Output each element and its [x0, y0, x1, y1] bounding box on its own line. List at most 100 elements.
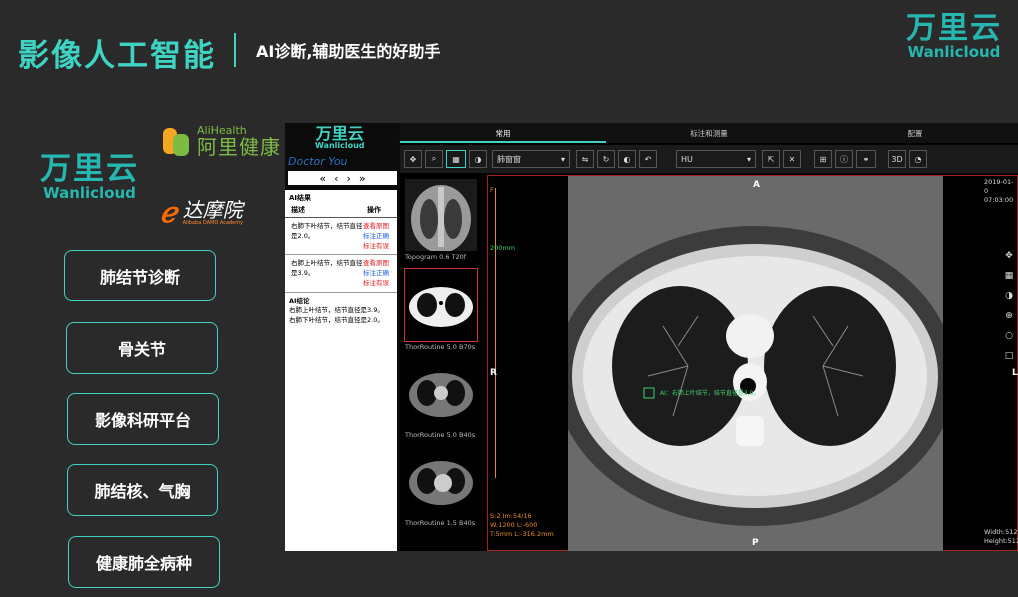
alihealth-logo: AliHealth 阿里健康 [163, 125, 281, 158]
menu-button-lung-nodule[interactable]: 肺结节诊断 [64, 250, 216, 301]
image-info-line: W:1200 L:-600 [490, 521, 538, 530]
annotation-correct-link[interactable]: 标注正确 [363, 269, 393, 279]
alihealth-mark-icon [163, 126, 191, 158]
tab-common[interactable]: 常用 [400, 123, 606, 143]
thumbnail-image [405, 179, 477, 251]
btn-3d[interactable]: 3D [888, 150, 906, 168]
thumbnail-label: ThorRoutine 5.0 B70s [405, 343, 476, 351]
date-label: 2019-01-0 [984, 178, 1014, 196]
ai-result-desc: 右肺下叶结节，结节直径是2.0。 [291, 222, 363, 240]
doctor-you-label: Doctor You [288, 155, 348, 168]
export-icon[interactable]: ⇱ [762, 150, 780, 168]
col-ops-header: 操作 [367, 206, 381, 214]
globe-icon[interactable]: ⊕ [1001, 311, 1017, 331]
menu-button-research-platform[interactable]: 影像科研平台 [67, 393, 219, 445]
window-select[interactable]: 肺窗窗 ▾ [492, 150, 570, 168]
unit-select[interactable]: HU ▾ [676, 150, 756, 168]
ai-conclusion-line: 右肺上叶结节，结节直径是3.9。 [289, 306, 384, 315]
brand-logo-en: Wanlicloud [43, 184, 136, 202]
brand-logo-cn: 万里云 [40, 151, 139, 187]
volume-icon[interactable]: ◔ [909, 150, 927, 168]
annotation-wrong-link[interactable]: 标注有误 [363, 279, 393, 289]
prev-page-button[interactable]: ‹ [334, 172, 338, 185]
tab-annotate-measure[interactable]: 标注和测量 [606, 123, 812, 143]
series-nav: « ‹ › » [288, 171, 397, 185]
scale-label: 200mm [490, 244, 516, 252]
viewer-toolbar: ✥ ⌕ ▦ ◑ 肺窗窗 ▾ ⇋ ↻ ◐ ↶ HU ▾ ⇱ ✕ ⊞ ⓘ ⚭ 3D ◔ [400, 145, 1018, 173]
thumbnail-image [404, 268, 478, 342]
orient-f-label: F [490, 186, 494, 194]
info-icon[interactable]: ⓘ [835, 150, 853, 168]
dicom-viewer: 万里云 Wanlicloud Doctor You « ‹ › » AI结果 描… [285, 123, 1018, 551]
layout-grid-icon[interactable]: ⊞ [814, 150, 832, 168]
annotation-wrong-link[interactable]: 标注有误 [363, 242, 393, 252]
thumbnail-b40s[interactable]: ThorRoutine 5.0 B40s [405, 357, 477, 439]
chevron-down-icon: ▾ [560, 154, 565, 164]
thumbnail-b40s-thin[interactable]: ThorRoutine 1.5 B40s [405, 445, 477, 527]
series-thumbnails: Topogram 0.6 T20f ThorRoutine 5.0 B70s T… [402, 175, 480, 551]
orient-left-label: R [490, 368, 497, 378]
damo-mark-icon: ℯ [160, 196, 177, 229]
orient-bottom-label: P [752, 538, 759, 548]
title-divider [234, 33, 236, 67]
next-page-button[interactable]: › [347, 172, 351, 185]
ai-mark-icon[interactable]: ▦ [446, 150, 466, 168]
last-page-button[interactable]: » [359, 172, 366, 185]
ai-result-desc: 右肺上叶结节，结节直径是3.9。 [291, 259, 363, 277]
viewer-logo: 万里云 Wanlicloud [315, 126, 365, 150]
view-original-link[interactable]: 查看原图 [363, 222, 393, 232]
tab-config[interactable]: 配置 [812, 123, 1018, 143]
thumbnail-b70s[interactable]: ThorRoutine 5.0 B70s [404, 268, 478, 351]
ai-mark-icon[interactable]: ▦ [1001, 271, 1017, 291]
pan-icon[interactable]: ✥ [404, 150, 422, 168]
right-toolbar: ✥ ▦ ◑ ⊕ ○ □ [1001, 251, 1017, 371]
thumbnail-label: Topogram 0.6 T20f [405, 253, 467, 261]
height-label: Height:512 [984, 537, 1018, 546]
page-subtitle: AI诊断,辅助医生的好助手 [256, 42, 441, 61]
ai-result-row: 右肺上叶结节，结节直径是3.9。 查看原图 标注正确 标注有误 [285, 255, 397, 293]
size-overlay: Width:512 Height:512 [984, 528, 1018, 546]
pan-icon[interactable]: ✥ [1001, 251, 1017, 271]
square-icon[interactable]: □ [1001, 351, 1017, 371]
undo-icon[interactable]: ↶ [639, 150, 657, 168]
image-info-line: T:5mm L:-316.2mm [490, 530, 554, 539]
chevron-down-icon: ▾ [746, 154, 751, 164]
menu-button-tuberculosis[interactable]: 肺结核、气胸 [67, 464, 218, 516]
slide: 影像人工智能 AI诊断,辅助医生的好助手 万里云 Wanlicloud 万里云 … [0, 0, 1018, 597]
viewer-logo-en: Wanlicloud [315, 141, 365, 150]
col-desc-header: 描述 [291, 206, 305, 214]
page-title: 影像人工智能 [18, 38, 216, 74]
time-label: 07:03:00 [984, 196, 1014, 205]
damo-cn: 达摩院 [182, 197, 243, 222]
contrast-icon[interactable]: ◑ [469, 150, 487, 168]
ai-conclusion-line: 右肺下叶结节，结节直径是2.0。 [289, 316, 384, 324]
orient-top-label: A [753, 180, 760, 190]
flip-icon[interactable]: ⇋ [576, 150, 594, 168]
brand-logo-top: 万里云 Wanlicloud [906, 14, 1002, 60]
ai-conclusion-header: AI结论 [289, 296, 310, 305]
close-icon[interactable]: ✕ [783, 150, 801, 168]
damo-en: Alibaba DAMO Academy [182, 219, 244, 226]
scale-ruler [488, 188, 496, 478]
ct-image-viewport[interactable]: F 200mm A R P L 2019-01-0 07:03:00 AI：右肺… [487, 175, 1018, 551]
unit-select-value: HU [681, 154, 693, 164]
circle-icon[interactable]: ○ [1001, 331, 1017, 351]
thumbnail-topogram[interactable]: Topogram 0.6 T20f [405, 179, 477, 261]
menu-button-bone-joint[interactable]: 骨关节 [66, 322, 218, 374]
menu-button-full-disease[interactable]: 健康肺全病种 [68, 536, 220, 588]
view-original-link[interactable]: 查看原图 [363, 259, 393, 269]
annotation-correct-link[interactable]: 标注正确 [363, 232, 393, 242]
invert-icon[interactable]: ◐ [618, 150, 636, 168]
ai-conclusion: AI结论 右肺上叶结节，结节直径是3.9。 右肺下叶结节，结节直径是2.0。 [285, 293, 397, 330]
contrast-icon[interactable]: ◑ [1001, 291, 1017, 311]
image-info-overlay: S:2 Im:54/16 W:1200 L:-600 T:5mm L:-316.… [490, 512, 554, 539]
ai-result-row: 右肺下叶结节，结节直径是2.0。 查看原图 标注正确 标注有误 [285, 218, 397, 256]
link-icon[interactable]: ⚭ [856, 150, 876, 168]
zoom-icon[interactable]: ⌕ [425, 150, 443, 168]
alihealth-cn: 阿里健康 [197, 135, 281, 159]
ai-result-panel: AI结果 描述 操作 右肺下叶结节，结节直径是2.0。 查看原图 标注正确 标注… [285, 190, 397, 551]
image-info-line: S:2 Im:54/16 [490, 512, 532, 520]
brand-logo-left: 万里云 Wanlicloud [40, 154, 139, 201]
first-page-button[interactable]: « [319, 172, 326, 185]
rotate-icon[interactable]: ↻ [597, 150, 615, 168]
